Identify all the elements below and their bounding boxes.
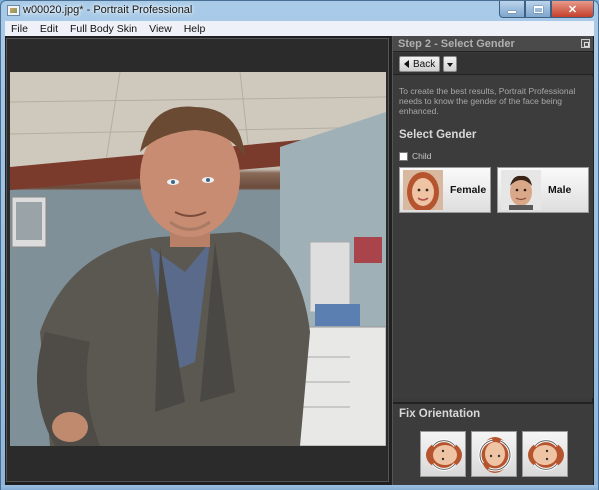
portrait-photo-image bbox=[10, 72, 386, 446]
app-icon[interactable] bbox=[7, 5, 20, 16]
maximize-button[interactable] bbox=[525, 1, 551, 18]
menu-bar: File Edit Full Body Skin View Help bbox=[5, 21, 594, 36]
male-face-icon bbox=[501, 170, 541, 210]
panel-restore-icon[interactable] bbox=[581, 39, 590, 48]
back-button-label: Back bbox=[413, 58, 436, 70]
rotate-left-button[interactable] bbox=[420, 431, 466, 477]
window-title: w00020.jpg* - Portrait Professional bbox=[23, 4, 193, 16]
window-bottom-border bbox=[1, 485, 598, 490]
menu-view[interactable]: View bbox=[143, 23, 178, 35]
fix-orientation-section: Fix Orientation bbox=[393, 402, 593, 485]
female-face-icon bbox=[403, 170, 443, 210]
dropdown-arrow-icon[interactable] bbox=[443, 56, 457, 72]
window-controls: ✕ bbox=[499, 1, 594, 19]
menu-edit[interactable]: Edit bbox=[34, 23, 64, 35]
rotate-180-icon bbox=[478, 437, 512, 473]
child-checkbox-row[interactable]: Child bbox=[399, 151, 431, 161]
male-label: Male bbox=[548, 184, 572, 196]
app-window: w00020.jpg* - Portrait Professional ✕ Fi… bbox=[0, 0, 599, 490]
panel-header-title: Step 2 - Select Gender bbox=[398, 38, 515, 50]
female-button[interactable]: Female bbox=[399, 167, 491, 213]
panel-toolbar: Back bbox=[393, 53, 593, 75]
child-label: Child bbox=[412, 151, 432, 161]
child-checkbox[interactable] bbox=[399, 151, 408, 161]
close-button[interactable]: ✕ bbox=[551, 1, 594, 18]
title-bar[interactable]: w00020.jpg* - Portrait Professional ✕ bbox=[1, 1, 598, 21]
back-arrow-icon bbox=[404, 60, 409, 68]
orientation-buttons bbox=[420, 431, 568, 477]
rotate-right-icon bbox=[528, 439, 564, 471]
select-gender-title: Select Gender bbox=[399, 129, 477, 141]
maximize-icon bbox=[533, 5, 543, 13]
minimize-icon bbox=[508, 11, 516, 13]
menu-file[interactable]: File bbox=[5, 23, 34, 35]
minimize-button[interactable] bbox=[499, 1, 525, 18]
back-button[interactable]: Back bbox=[399, 56, 440, 72]
gender-content: To create the best results, Portrait Pro… bbox=[393, 76, 593, 398]
photo-viewport[interactable] bbox=[6, 38, 389, 482]
side-panel: Step 2 - Select Gender Back To create th… bbox=[392, 36, 593, 485]
menu-help[interactable]: Help bbox=[178, 23, 212, 35]
fix-orientation-title: Fix Orientation bbox=[399, 408, 481, 420]
panel-header: Step 2 - Select Gender bbox=[393, 36, 593, 52]
rotate-right-button[interactable] bbox=[522, 431, 568, 477]
client-area: Step 2 - Select Gender Back To create th… bbox=[5, 36, 594, 485]
male-button[interactable]: Male bbox=[497, 167, 589, 213]
info-text: To create the best results, Portrait Pro… bbox=[399, 86, 576, 116]
rotate-180-button[interactable] bbox=[471, 431, 517, 477]
menu-full-body-skin[interactable]: Full Body Skin bbox=[64, 23, 143, 35]
female-label: Female bbox=[450, 184, 487, 196]
portrait-photo[interactable] bbox=[10, 72, 386, 446]
rotate-left-icon bbox=[426, 439, 462, 471]
